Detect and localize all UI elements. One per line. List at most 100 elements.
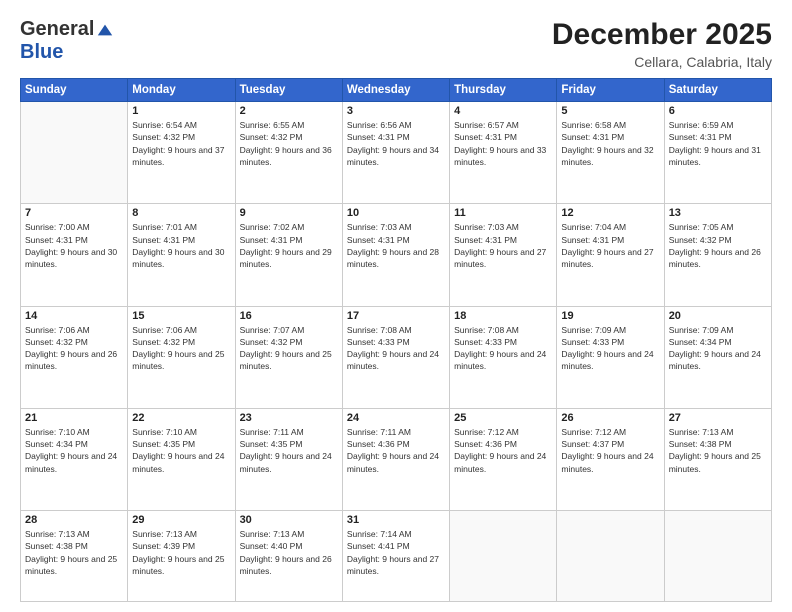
day-info: Sunrise: 7:03 AMSunset: 4:31 PMDaylight:…	[454, 221, 552, 270]
calendar-cell	[664, 511, 771, 602]
calendar-cell: 3 Sunrise: 6:56 AMSunset: 4:31 PMDaylight…	[342, 102, 449, 204]
calendar-cell: 27 Sunrise: 7:13 AMSunset: 4:38 PMDayligh…	[664, 408, 771, 510]
calendar-cell: 28 Sunrise: 7:13 AMSunset: 4:38 PMDayligh…	[21, 511, 128, 602]
day-number: 3	[347, 105, 445, 117]
calendar-cell: 8 Sunrise: 7:01 AMSunset: 4:31 PMDaylight…	[128, 204, 235, 306]
calendar-week-row: 1 Sunrise: 6:54 AMSunset: 4:32 PMDaylight…	[21, 102, 772, 204]
day-number: 28	[25, 514, 123, 526]
day-number: 5	[561, 105, 659, 117]
day-info: Sunrise: 7:10 AMSunset: 4:35 PMDaylight:…	[132, 426, 230, 475]
calendar-cell: 14Sunrise: 7:06 AMSunset: 4:32 PMDayligh…	[21, 306, 128, 408]
calendar-cell: 16 Sunrise: 7:07 AMSunset: 4:32 PMDayligh…	[235, 306, 342, 408]
day-number: 16	[240, 310, 338, 322]
day-info: Sunrise: 7:06 AMSunset: 4:32 PMDaylight:…	[132, 324, 230, 373]
calendar-cell: 11 Sunrise: 7:03 AMSunset: 4:31 PMDayligh…	[450, 204, 557, 306]
title-block: December 2025 Cellara, Calabria, Italy	[552, 18, 772, 70]
weekday-header: Saturday	[664, 79, 771, 102]
logo-general: General	[20, 18, 94, 41]
calendar-cell	[450, 511, 557, 602]
day-info: Sunrise: 7:07 AMSunset: 4:32 PMDaylight:…	[240, 324, 338, 373]
day-info: Sunrise: 7:04 AMSunset: 4:31 PMDaylight:…	[561, 221, 659, 270]
calendar-cell: 30Sunrise: 7:13 AMSunset: 4:40 PMDayligh…	[235, 511, 342, 602]
location-title: Cellara, Calabria, Italy	[552, 54, 772, 70]
day-info: Sunrise: 6:58 AMSunset: 4:31 PMDaylight:…	[561, 119, 659, 168]
day-info: Sunrise: 6:57 AMSunset: 4:31 PMDaylight:…	[454, 119, 552, 168]
day-number: 15	[132, 310, 230, 322]
weekday-header: Wednesday	[342, 79, 449, 102]
weekday-header: Thursday	[450, 79, 557, 102]
day-info: Sunrise: 7:11 AMSunset: 4:36 PMDaylight:…	[347, 426, 445, 475]
calendar-cell: 22 Sunrise: 7:10 AMSunset: 4:35 PMDayligh…	[128, 408, 235, 510]
day-info: Sunrise: 7:10 AMSunset: 4:34 PMDaylight:…	[25, 426, 123, 475]
calendar-week-row: 14 Sunrise: 7:06 AMSunset: 4:32 PMDayligh…	[21, 306, 772, 408]
day-number: 9	[240, 207, 338, 219]
weekday-header-row: SundayMondayTuesdayWednesdayThursdayFrid…	[21, 79, 772, 102]
calendar-cell: 18 Sunrise: 7:08 AMSunset: 4:33 PMDayligh…	[450, 306, 557, 408]
calendar-cell: 25Sunrise: 7:12 AMSunset: 4:36 PMDayligh…	[450, 408, 557, 510]
day-number: 26	[561, 412, 659, 424]
day-info: Sunrise: 7:13 AMSunset: 4:38 PMDaylight:…	[669, 426, 767, 475]
day-info: Sunrise: 7:03 AMSunset: 4:31 PMDaylight:…	[347, 221, 445, 270]
day-info: Sunrise: 7:12 AMSunset: 4:37 PMDaylight:…	[561, 426, 659, 475]
month-title: December 2025	[552, 18, 772, 52]
calendar-cell: 20 Sunrise: 7:09 AMSunset: 4:34 PMDayligh…	[664, 306, 771, 408]
day-number: 13	[669, 207, 767, 219]
day-number: 27	[669, 412, 767, 424]
header: General Blue December 2025 Cellara, Cala…	[20, 18, 772, 70]
day-info: Sunrise: 6:56 AMSunset: 4:31 PMDaylight:…	[347, 119, 445, 168]
day-number: 7	[25, 207, 123, 219]
day-number: 8	[132, 207, 230, 219]
day-number: 31	[347, 514, 445, 526]
day-number: 2	[240, 105, 338, 117]
calendar-cell: 6 Sunrise: 6:59 AMSunset: 4:31 PMDaylight…	[664, 102, 771, 204]
day-number: 12	[561, 207, 659, 219]
day-info: Sunrise: 6:55 AMSunset: 4:32 PMDaylight:…	[240, 119, 338, 168]
day-number: 18	[454, 310, 552, 322]
logo-icon	[96, 21, 114, 39]
day-info: Sunrise: 7:05 AMSunset: 4:32 PMDaylight:…	[669, 221, 767, 270]
day-info: Sunrise: 7:09 AMSunset: 4:33 PMDaylight:…	[561, 324, 659, 373]
day-info: Sunrise: 7:08 AMSunset: 4:33 PMDaylight:…	[347, 324, 445, 373]
day-number: 4	[454, 105, 552, 117]
calendar-cell: 31 Sunrise: 7:14 AMSunset: 4:41 PMDayligh…	[342, 511, 449, 602]
day-info: Sunrise: 7:13 AMSunset: 4:39 PMDaylight:…	[132, 528, 230, 577]
weekday-header: Tuesday	[235, 79, 342, 102]
day-number: 19	[561, 310, 659, 322]
day-number: 11	[454, 207, 552, 219]
day-info: Sunrise: 7:00 AMSunset: 4:31 PMDaylight:…	[25, 221, 123, 270]
day-info: Sunrise: 6:59 AMSunset: 4:31 PMDaylight:…	[669, 119, 767, 168]
day-info: Sunrise: 7:09 AMSunset: 4:34 PMDaylight:…	[669, 324, 767, 373]
calendar-cell: 26 Sunrise: 7:12 AMSunset: 4:37 PMDayligh…	[557, 408, 664, 510]
calendar-cell: 15 Sunrise: 7:06 AMSunset: 4:32 PMDayligh…	[128, 306, 235, 408]
logo-blue-text: Blue	[20, 41, 63, 63]
calendar-cell: 24 Sunrise: 7:11 AMSunset: 4:36 PMDayligh…	[342, 408, 449, 510]
calendar-cell: 13 Sunrise: 7:05 AMSunset: 4:32 PMDayligh…	[664, 204, 771, 306]
logo: General Blue	[20, 18, 114, 64]
day-number: 22	[132, 412, 230, 424]
calendar-week-row: 7 Sunrise: 7:00 AMSunset: 4:31 PMDaylight…	[21, 204, 772, 306]
calendar-cell: 9 Sunrise: 7:02 AMSunset: 4:31 PMDaylight…	[235, 204, 342, 306]
day-number: 29	[132, 514, 230, 526]
day-info: Sunrise: 7:14 AMSunset: 4:41 PMDaylight:…	[347, 528, 445, 577]
day-number: 6	[669, 105, 767, 117]
calendar-cell: 23Sunrise: 7:11 AMSunset: 4:35 PMDayligh…	[235, 408, 342, 510]
day-info: Sunrise: 7:11 AMSunset: 4:35 PMDaylight:…	[240, 426, 338, 475]
weekday-header: Friday	[557, 79, 664, 102]
day-number: 14	[25, 310, 123, 322]
day-info: Sunrise: 7:13 AMSunset: 4:40 PMDaylight:…	[240, 528, 338, 577]
day-number: 17	[347, 310, 445, 322]
calendar-cell: 29 Sunrise: 7:13 AMSunset: 4:39 PMDayligh…	[128, 511, 235, 602]
day-info: Sunrise: 7:13 AMSunset: 4:38 PMDaylight:…	[25, 528, 123, 577]
day-info: Sunrise: 7:01 AMSunset: 4:31 PMDaylight:…	[132, 221, 230, 270]
day-number: 1	[132, 105, 230, 117]
day-number: 20	[669, 310, 767, 322]
calendar-cell: 17 Sunrise: 7:08 AMSunset: 4:33 PMDayligh…	[342, 306, 449, 408]
day-info: Sunrise: 7:08 AMSunset: 4:33 PMDaylight:…	[454, 324, 552, 373]
day-number: 21	[25, 412, 123, 424]
calendar-cell: 19 Sunrise: 7:09 AMSunset: 4:33 PMDayligh…	[557, 306, 664, 408]
logo-text: General	[20, 18, 114, 41]
day-info: Sunrise: 7:02 AMSunset: 4:31 PMDaylight:…	[240, 221, 338, 270]
day-info: Sunrise: 6:54 AMSunset: 4:32 PMDaylight:…	[132, 119, 230, 168]
day-number: 24	[347, 412, 445, 424]
calendar-week-row: 28 Sunrise: 7:13 AMSunset: 4:38 PMDayligh…	[21, 511, 772, 602]
